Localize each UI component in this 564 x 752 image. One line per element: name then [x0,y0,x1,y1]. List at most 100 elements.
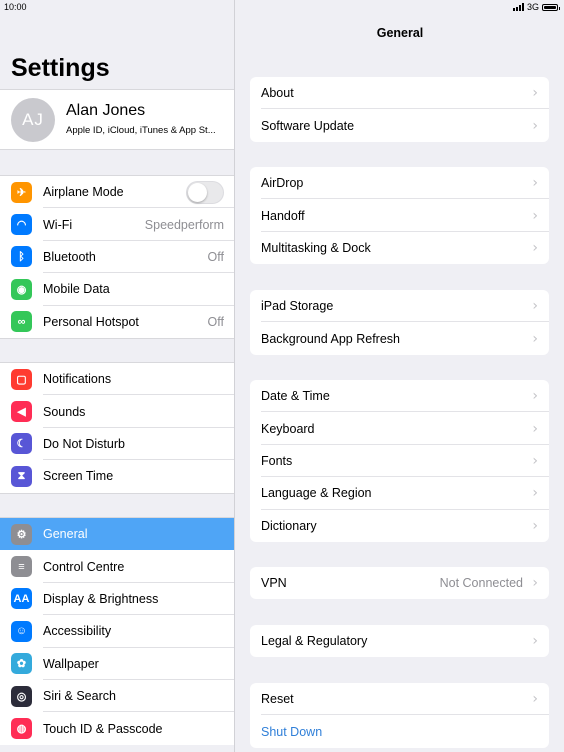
sidebar-item-label: Do Not Disturb [43,436,125,451]
sidebar-item-mobile-data[interactable]: ◉ Mobile Data [0,273,234,306]
chevron-right-icon: › [532,117,538,134]
sidebar-item-personal-hotspot[interactable]: ∞ Personal Hotspot Off [0,306,234,338]
chevron-right-icon: › [532,239,538,256]
switches-icon: ≡ [11,556,32,578]
sidebar-item-label: Screen Time [43,469,114,484]
chevron-right-icon: › [532,575,538,592]
chevron-right-icon: › [532,485,538,502]
chevron-right-icon: › [532,388,538,405]
settings-row-legal-and-regulatory[interactable]: Legal & Regulatory › [250,625,549,657]
settings-row-label: Legal & Regulatory [261,634,368,649]
settings-row-airdrop[interactable]: AirDrop › [250,167,549,200]
settings-row-ipad-storage[interactable]: iPad Storage › [250,290,549,323]
settings-row-label: Multitasking & Dock [261,240,371,255]
settings-row-label: Background App Refresh [261,331,400,346]
sidebar-item-control-centre[interactable]: ≡ Control Centre [0,550,234,583]
sidebar-item-display-and-brightness[interactable]: AA Display & Brightness [0,583,234,616]
settings-row-label: Software Update [261,118,355,133]
settings-row-label: Language & Region [261,486,372,501]
sidebar-group-system: ⚙ General ≡ Control Centre AA Display & Brigh… [0,517,234,745]
airplane-icon: ✈ [11,181,32,203]
chevron-right-icon: › [532,85,538,102]
settings-row-label: Dictionary [261,518,317,533]
settings-row-label: Fonts [261,453,293,468]
fingerprint-icon: ◍ [11,718,32,740]
speaker-icon: ◀ [11,401,32,423]
sidebar-item-value: Speedperform [144,217,224,232]
settings-row-about[interactable]: About › [250,77,549,110]
settings-row-software-update[interactable]: Software Update › [250,109,549,141]
sidebar-item-accessibility[interactable]: ☺ Accessibility [0,615,234,648]
settings-row-label: Shut Down [261,724,323,739]
network-type: 3G [526,2,539,12]
sidebar-item-wi-fi[interactable]: ◠ Wi-Fi Speedperform [0,208,234,241]
settings-group: iPad Storage › Background App Refresh › [250,290,549,355]
sidebar-item-label: Touch ID & Passcode [43,721,163,736]
settings-row-language-and-region[interactable]: Language & Region › [250,477,549,510]
settings-row-shut-down[interactable]: Shut Down [250,715,549,747]
sidebar-item-label: Bluetooth [43,249,96,264]
sidebar-item-bluetooth[interactable]: ᛒ Bluetooth Off [0,241,234,274]
settings-row-background-app-refresh[interactable]: Background App Refresh › [250,322,549,354]
sidebar-title: Settings [11,54,110,82]
sidebar-item-label: Siri & Search [43,689,116,704]
avatar: AJ [11,98,55,142]
siri-icon: ◎ [11,685,32,707]
sidebar-item-wallpaper[interactable]: ✿ Wallpaper [0,648,234,680]
settings-row-label: Keyboard [261,421,315,436]
battery-icon [542,3,560,11]
wifi-icon: ◠ [11,214,32,236]
sidebar-item-sounds[interactable]: ◀ Sounds [0,395,234,428]
chevron-right-icon: › [532,420,538,437]
settings-row-label: About [261,86,294,101]
settings-row-date-and-time[interactable]: Date & Time › [250,380,549,413]
settings-group: About › Software Update › [250,77,549,142]
chevron-right-icon: › [532,517,538,534]
gear-icon: ⚙ [11,523,32,545]
status-indicators: 3G [512,2,560,12]
settings-row-fonts[interactable]: Fonts › [250,445,549,478]
settings-row-vpn[interactable]: VPN Not Connected › [250,567,549,599]
settings-row-handoff[interactable]: Handoff › [250,199,549,232]
sidebar-item-value: Off [207,249,224,264]
settings-row-label: AirDrop [261,176,304,191]
settings-row-keyboard[interactable]: Keyboard › [250,412,549,445]
settings-group: VPN Not Connected › [250,567,549,600]
sidebar-item-screen-time[interactable]: ⧗ Screen Time [0,460,234,492]
sidebar-item-label: Sounds [43,404,86,419]
notifications-icon: ▢ [11,368,32,390]
hotspot-icon: ∞ [11,311,32,333]
sidebar-item-value: Off [207,314,224,329]
sidebar-item-label: Display & Brightness [43,591,159,606]
sidebar: Settings AJ Alan Jones Apple ID, iCloud,… [0,0,235,752]
airplane-mode-toggle[interactable] [186,180,224,204]
chevron-right-icon: › [532,633,538,650]
antenna-icon: ◉ [11,278,32,300]
accessibility-icon: ☺ [11,620,32,642]
sidebar-item-do-not-disturb[interactable]: ☾ Do Not Disturb [0,428,234,461]
settings-row-dictionary[interactable]: Dictionary › [250,510,549,542]
settings-group: AirDrop › Handoff › Multitasking & Dock › [250,167,549,265]
sidebar-item-label: Wi-Fi [43,217,73,232]
sidebar-group-connectivity: ✈ Airplane Mode ◠ Wi-Fi Speedperform ᛒ Bluetoo… [0,175,234,339]
settings-row-reset[interactable]: Reset › [250,683,549,716]
chevron-right-icon: › [532,330,538,347]
sidebar-item-touch-id-and-passcode[interactable]: ◍ Touch ID & Passcode [0,712,234,744]
sidebar-item-label: Wallpaper [43,656,99,671]
sidebar-item-siri-and-search[interactable]: ◎ Siri & Search [0,680,234,713]
sidebar-item-airplane-mode[interactable]: ✈ Airplane Mode [0,176,234,209]
sidebar-item-general[interactable]: ⚙ General [0,518,234,551]
profile-row[interactable]: AJ Alan Jones Apple ID, iCloud, iTunes &… [0,89,234,150]
settings-row-label: iPad Storage [261,299,334,314]
sidebar-item-notifications[interactable]: ▢ Notifications [0,363,234,396]
flower-icon: ✿ [11,653,32,675]
profile-name: Alan Jones [66,102,146,119]
settings-row-multitasking-and-dock[interactable]: Multitasking & Dock › [250,232,549,264]
settings-group: Legal & Regulatory › [250,625,549,658]
chevron-right-icon: › [532,175,538,192]
text-size-icon: AA [11,588,32,610]
settings-row-value: Not Connected [439,576,523,591]
status-bar: 10:00 3G [0,0,564,14]
chevron-right-icon: › [532,691,538,708]
sidebar-group-notifications: ▢ Notifications ◀ Sounds ☾ Do Not Disturb ⧗ Scr… [0,362,234,494]
